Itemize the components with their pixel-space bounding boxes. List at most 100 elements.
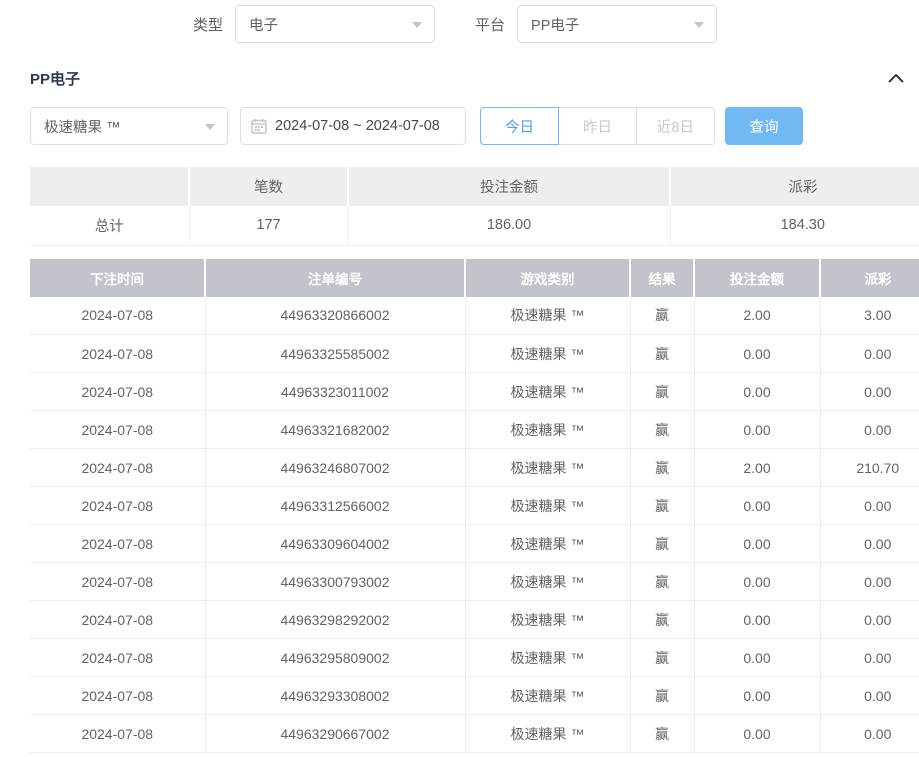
cell-game-type: 极速糖果 ™ bbox=[465, 677, 630, 715]
cell-result: 赢 bbox=[630, 487, 694, 525]
platform-label: 平台 bbox=[475, 14, 505, 35]
cell-result: 赢 bbox=[630, 525, 694, 563]
cell-bet-time: 2024-07-08 bbox=[30, 639, 205, 677]
quick-button-last8days[interactable]: 近8日 bbox=[636, 107, 715, 145]
cell-bet-time: 2024-07-08 bbox=[30, 715, 205, 753]
table-row: 2024-07-08 44963298292002 极速糖果 ™ 赢 0.00 … bbox=[30, 601, 919, 639]
cell-result: 赢 bbox=[630, 677, 694, 715]
cell-bet-time: 2024-07-08 bbox=[30, 563, 205, 601]
type-select[interactable]: 电子 bbox=[235, 5, 435, 43]
chevron-down-icon bbox=[205, 124, 215, 130]
cell-game-type: 极速糖果 ™ bbox=[465, 639, 630, 677]
bet-table: 下注时间 注单编号 游戏类别 结果 投注金额 派彩 2024-07-08 449… bbox=[30, 259, 919, 754]
summary-header-count: 笔数 bbox=[189, 167, 348, 206]
cell-payout: 3.00 bbox=[820, 297, 919, 335]
cell-bet-time: 2024-07-08 bbox=[30, 487, 205, 525]
cell-bet-amount: 0.00 bbox=[694, 715, 820, 753]
cell-bet-amount: 0.00 bbox=[694, 525, 820, 563]
table-row: 2024-07-08 44963295809002 极速糖果 ™ 赢 0.00 … bbox=[30, 639, 919, 677]
cell-bet-amount: 0.00 bbox=[694, 677, 820, 715]
cell-payout: 0.00 bbox=[820, 639, 919, 677]
cell-payout: 0.00 bbox=[820, 373, 919, 411]
quick-button-yesterday[interactable]: 昨日 bbox=[558, 107, 637, 145]
cell-payout: 0.00 bbox=[820, 601, 919, 639]
quick-button-today[interactable]: 今日 bbox=[480, 107, 559, 145]
cell-payout: 210.70 bbox=[820, 449, 919, 487]
cell-game-type: 极速糖果 ™ bbox=[465, 335, 630, 373]
cell-result: 赢 bbox=[630, 601, 694, 639]
cell-result: 赢 bbox=[630, 373, 694, 411]
collapse-section-button[interactable] bbox=[887, 69, 905, 87]
cell-game-type: 极速糖果 ™ bbox=[465, 449, 630, 487]
cell-order-no: 44963312566002 bbox=[205, 487, 465, 525]
cell-result: 赢 bbox=[630, 411, 694, 449]
cell-bet-time: 2024-07-08 bbox=[30, 525, 205, 563]
cell-order-no: 44963323011002 bbox=[205, 373, 465, 411]
cell-payout: 0.00 bbox=[820, 715, 919, 753]
cell-bet-time: 2024-07-08 bbox=[30, 677, 205, 715]
game-select[interactable]: 极速糖果 ™ bbox=[30, 107, 228, 145]
table-row: 2024-07-08 44963325585002 极速糖果 ™ 赢 0.00 … bbox=[30, 335, 919, 373]
chevron-down-icon bbox=[694, 22, 704, 28]
cell-game-type: 极速糖果 ™ bbox=[465, 297, 630, 335]
platform-select-value: PP电子 bbox=[531, 14, 579, 35]
bet-header-time: 下注时间 bbox=[30, 259, 205, 297]
cell-game-type: 极速糖果 ™ bbox=[465, 487, 630, 525]
cell-game-type: 极速糖果 ™ bbox=[465, 525, 630, 563]
bet-header-result: 结果 bbox=[630, 259, 694, 297]
cell-bet-time: 2024-07-08 bbox=[30, 449, 205, 487]
cell-result: 赢 bbox=[630, 449, 694, 487]
cell-order-no: 44963298292002 bbox=[205, 601, 465, 639]
table-row: 2024-07-08 44963320866002 极速糖果 ™ 赢 2.00 … bbox=[30, 297, 919, 335]
cell-bet-amount: 0.00 bbox=[694, 563, 820, 601]
cell-order-no: 44963293308002 bbox=[205, 677, 465, 715]
cell-order-no: 44963321682002 bbox=[205, 411, 465, 449]
summary-total-bet-amount: 186.00 bbox=[348, 206, 670, 245]
game-select-value: 极速糖果 ™ bbox=[44, 116, 121, 137]
table-row: 2024-07-08 44963321682002 极速糖果 ™ 赢 0.00 … bbox=[30, 411, 919, 449]
table-row: 2024-07-08 44963309604002 极速糖果 ™ 赢 0.00 … bbox=[30, 525, 919, 563]
search-button[interactable]: 查询 bbox=[725, 107, 803, 145]
cell-order-no: 44963290667002 bbox=[205, 715, 465, 753]
table-row: 2024-07-08 44963323011002 极速糖果 ™ 赢 0.00 … bbox=[30, 373, 919, 411]
cell-game-type: 极速糖果 ™ bbox=[465, 373, 630, 411]
cell-order-no: 44963325585002 bbox=[205, 335, 465, 373]
cell-order-no: 44963300793002 bbox=[205, 563, 465, 601]
cell-order-no: 44963309604002 bbox=[205, 525, 465, 563]
chevron-down-icon bbox=[412, 22, 422, 28]
cell-result: 赢 bbox=[630, 639, 694, 677]
cell-bet-time: 2024-07-08 bbox=[30, 601, 205, 639]
table-row: 2024-07-08 44963290667002 极速糖果 ™ 赢 0.00 … bbox=[30, 715, 919, 753]
cell-result: 赢 bbox=[630, 335, 694, 373]
date-range-value: 2024-07-08 ~ 2024-07-08 bbox=[275, 118, 440, 134]
cell-game-type: 极速糖果 ™ bbox=[465, 411, 630, 449]
cell-game-type: 极速糖果 ™ bbox=[465, 715, 630, 753]
bet-header-order-no: 注单编号 bbox=[205, 259, 465, 297]
cell-result: 赢 bbox=[630, 715, 694, 753]
cell-bet-time: 2024-07-08 bbox=[30, 297, 205, 335]
cell-bet-amount: 0.00 bbox=[694, 487, 820, 525]
section-header: PP电子 bbox=[30, 67, 905, 89]
cell-result: 赢 bbox=[630, 297, 694, 335]
toolbar: 极速糖果 ™ 2024-07-08 ~ 2024-07-08 今日 昨日 近8日… bbox=[30, 107, 919, 145]
date-range-input[interactable]: 2024-07-08 ~ 2024-07-08 bbox=[240, 107, 466, 145]
table-row: 2024-07-08 44963293308002 极速糖果 ™ 赢 0.00 … bbox=[30, 677, 919, 715]
cell-payout: 0.00 bbox=[820, 563, 919, 601]
summary-total-label: 总计 bbox=[30, 206, 189, 245]
page: 类型 电子 平台 PP电子 PP电子 极速糖果 ™ bbox=[0, 0, 919, 757]
table-row: 2024-07-08 44963300793002 极速糖果 ™ 赢 0.00 … bbox=[30, 563, 919, 601]
cell-bet-amount: 2.00 bbox=[694, 449, 820, 487]
table-row: 2024-07-08 44963246807002 极速糖果 ™ 赢 2.00 … bbox=[30, 449, 919, 487]
section-title: PP电子 bbox=[30, 68, 80, 89]
cell-payout: 0.00 bbox=[820, 525, 919, 563]
cell-payout: 0.00 bbox=[820, 677, 919, 715]
cell-bet-amount: 0.00 bbox=[694, 639, 820, 677]
summary-total-payout: 184.30 bbox=[670, 206, 919, 245]
platform-select[interactable]: PP电子 bbox=[517, 5, 717, 43]
cell-order-no: 44963320866002 bbox=[205, 297, 465, 335]
cell-result: 赢 bbox=[630, 563, 694, 601]
cell-game-type: 极速糖果 ™ bbox=[465, 563, 630, 601]
cell-bet-amount: 0.00 bbox=[694, 335, 820, 373]
summary-header-payout: 派彩 bbox=[670, 167, 919, 206]
cell-order-no: 44963295809002 bbox=[205, 639, 465, 677]
